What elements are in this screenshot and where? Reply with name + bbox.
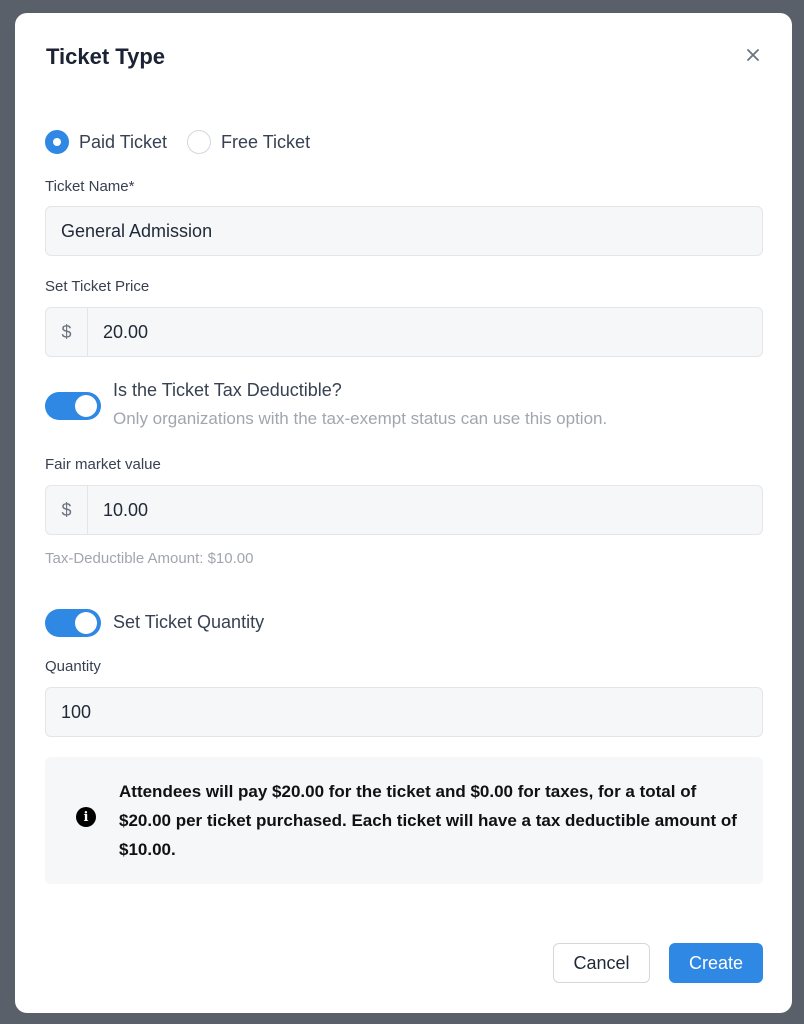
fair-market-value-label: Fair market value (45, 456, 161, 473)
tax-deductible-description: Only organizations with the tax-exempt s… (113, 409, 608, 428)
quantity-label: Quantity (45, 658, 101, 675)
ticket-name-value: General Admission (61, 220, 213, 241)
tax-deductible-title: Is the Ticket Tax Deductible? (113, 380, 342, 400)
ticket-type-modal: Ticket Type Paid Ticket Free Ticket Tick… (15, 13, 792, 1013)
ticket-kind-radio-group: Paid Ticket Free Ticket (45, 130, 330, 154)
paid-ticket-label: Paid Ticket (79, 131, 168, 152)
ticket-price-input[interactable]: $ 20.00 (45, 307, 763, 357)
free-ticket-label: Free Ticket (221, 131, 311, 152)
dollar-prefix: $ (46, 486, 88, 534)
info-icon: i (76, 807, 96, 827)
modal-title: Ticket Type (46, 44, 166, 69)
create-button[interactable]: Create (669, 943, 763, 983)
summary-info-box: i Attendees will pay $20.00 for the tick… (45, 757, 763, 884)
tax-deductible-toggle[interactable] (45, 392, 101, 420)
ticket-quantity-toggle[interactable] (45, 609, 101, 637)
radio-checked-icon[interactable] (45, 130, 69, 154)
fair-market-value-value: 10.00 (103, 499, 149, 520)
fair-market-value-input[interactable]: $ 10.00 (45, 485, 763, 535)
ticket-quantity-title: Set Ticket Quantity (113, 612, 265, 632)
ticket-name-label: Ticket Name* (45, 178, 135, 195)
quantity-input[interactable]: 100 (45, 687, 763, 737)
quantity-value: 100 (61, 701, 92, 722)
close-icon[interactable] (741, 43, 765, 67)
summary-text: Attendees will pay $20.00 for the ticket… (119, 782, 737, 859)
dollar-prefix: $ (46, 308, 88, 356)
radio-unchecked-icon[interactable] (187, 130, 212, 154)
free-ticket-radio[interactable]: Free Ticket (187, 130, 310, 154)
ticket-price-label: Set Ticket Price (45, 278, 150, 295)
tax-deductible-amount-hint: Tax-Deductible Amount: $10.00 (45, 550, 254, 567)
ticket-price-value: 20.00 (103, 321, 149, 342)
cancel-button[interactable]: Cancel (553, 943, 650, 983)
ticket-name-input[interactable]: General Admission (45, 206, 763, 256)
paid-ticket-radio[interactable]: Paid Ticket (45, 130, 167, 154)
